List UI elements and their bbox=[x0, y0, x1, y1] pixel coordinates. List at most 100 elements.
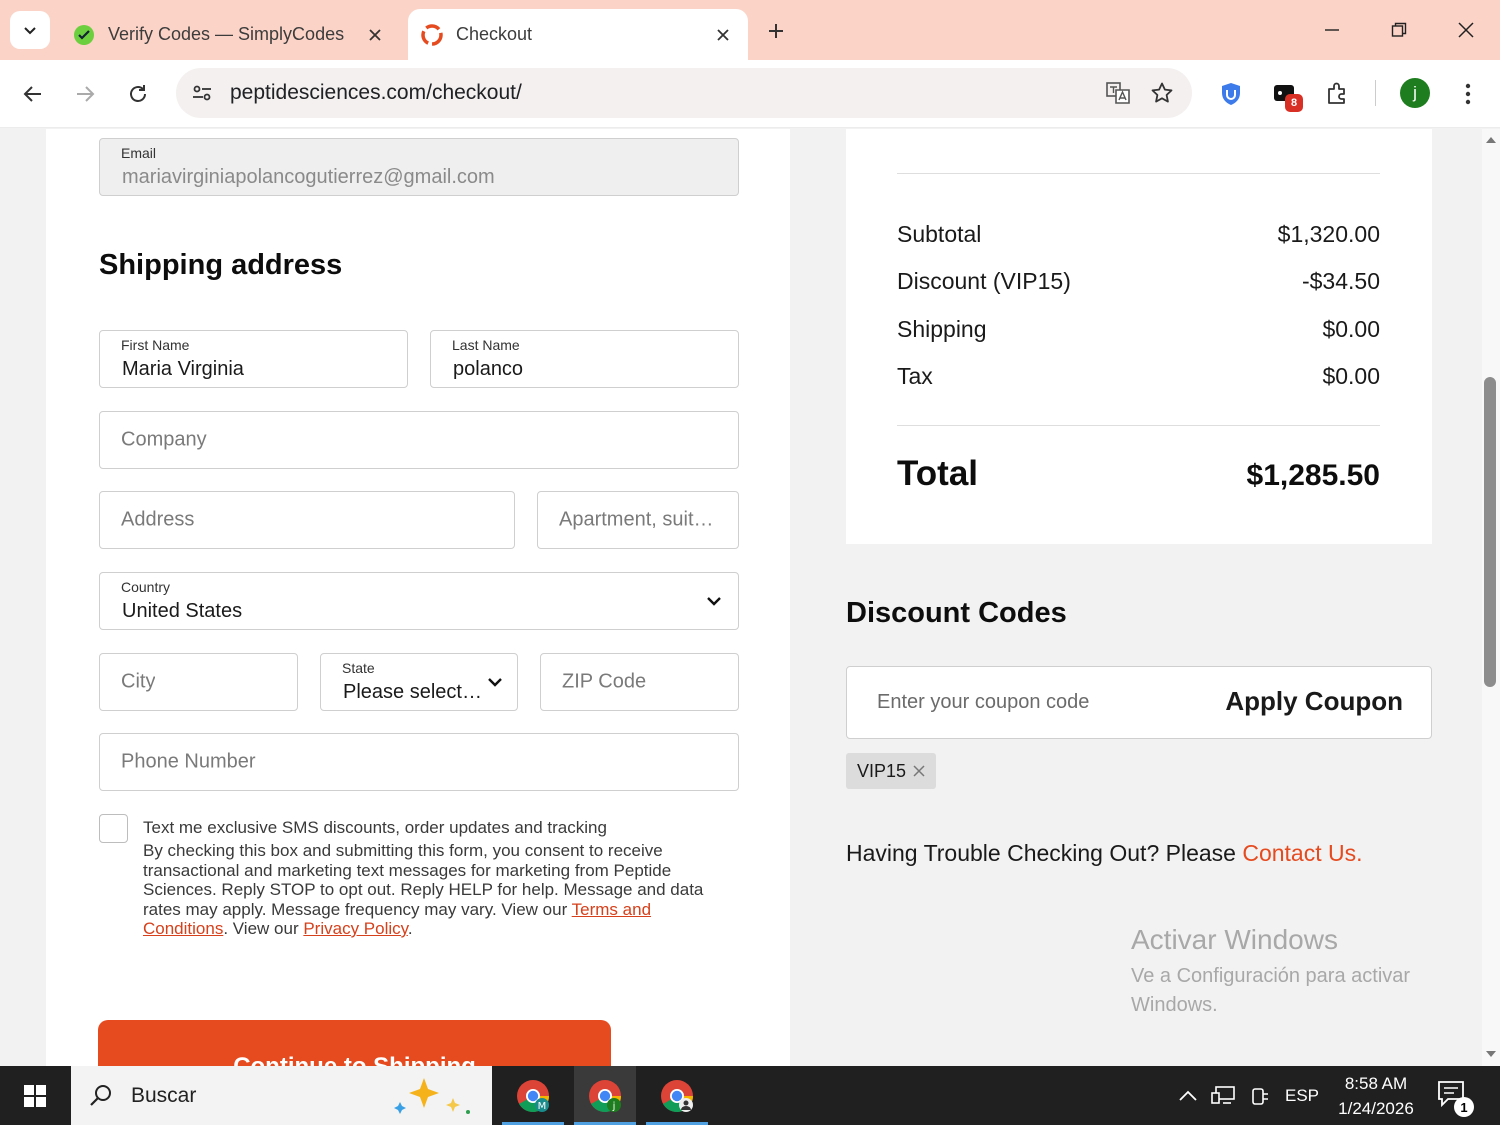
bookmark-star-icon[interactable] bbox=[1140, 71, 1184, 115]
network-icon[interactable] bbox=[1208, 1066, 1240, 1125]
last-name-label: Last Name bbox=[452, 337, 520, 353]
clock-date: 1/24/2026 bbox=[1338, 1098, 1414, 1118]
more-menu-icon[interactable] bbox=[1448, 74, 1488, 114]
sparkle-icon bbox=[388, 1074, 478, 1123]
sms-consent-end: . bbox=[407, 919, 413, 938]
zip-field[interactable]: ZIP Code bbox=[540, 653, 739, 711]
city-field[interactable]: City bbox=[99, 653, 298, 711]
chrome-icon: M bbox=[517, 1079, 550, 1112]
windows-taskbar: Buscar M j ESP 8:58 AM 1/24/2026 1 bbox=[0, 1066, 1500, 1125]
address-placeholder: Address bbox=[121, 508, 195, 531]
tab-title: Checkout bbox=[456, 24, 533, 44]
privacy-policy-link[interactable]: Privacy Policy bbox=[303, 919, 408, 938]
email-value: mariavirginiapolancogutierrez@gmail.com bbox=[122, 166, 495, 188]
start-button[interactable] bbox=[0, 1066, 70, 1125]
new-tab-button[interactable] bbox=[760, 15, 792, 47]
taskbar-search[interactable]: Buscar bbox=[71, 1066, 492, 1125]
tab-verify-codes[interactable]: Verify Codes — SimplyCodes bbox=[60, 9, 400, 60]
windows-activation-watermark: Activar Windows Ve a Configuración para … bbox=[1131, 924, 1451, 1020]
company-placeholder: Company bbox=[121, 428, 207, 451]
close-window-button[interactable] bbox=[1443, 10, 1489, 50]
taskbar-chrome-m[interactable]: M bbox=[502, 1066, 564, 1125]
chevron-down-icon bbox=[485, 672, 505, 692]
arrow-left-icon bbox=[23, 86, 41, 102]
site-info-icon[interactable] bbox=[180, 71, 224, 115]
summary-value: $0.00 bbox=[1322, 316, 1380, 342]
summary-label: Subtotal bbox=[897, 221, 982, 247]
close-tab-icon[interactable] bbox=[360, 20, 390, 50]
sms-consent-text: By checking this box and submitting this… bbox=[143, 841, 738, 939]
extension-counter-icon[interactable]: 8 bbox=[1265, 74, 1305, 114]
first-name-field[interactable]: First Name Maria Virginia bbox=[99, 330, 408, 388]
scrollbar-thumb[interactable] bbox=[1484, 377, 1496, 687]
scroll-down-icon[interactable] bbox=[1485, 1049, 1497, 1059]
forward-button[interactable] bbox=[65, 74, 105, 114]
continue-to-shipping-button[interactable]: Continue to Shipping bbox=[98, 1020, 611, 1066]
svg-text:M: M bbox=[538, 1101, 547, 1112]
windows-logo-icon bbox=[24, 1084, 46, 1107]
coupon-placeholder: Enter your coupon code bbox=[877, 691, 1090, 713]
coupon-input[interactable]: Enter your coupon code Apply Coupon bbox=[846, 666, 1432, 739]
translate-icon[interactable] bbox=[1096, 71, 1140, 115]
company-field[interactable]: Company bbox=[99, 411, 739, 469]
language-indicator[interactable]: ESP bbox=[1282, 1066, 1322, 1125]
apartment-field[interactable]: Apartment, suite, etc. bbox=[537, 491, 739, 549]
back-button[interactable] bbox=[13, 74, 53, 114]
remove-coupon-icon[interactable] bbox=[912, 764, 926, 778]
extensions-puzzle-icon[interactable] bbox=[1317, 74, 1357, 114]
help-text-body: Having Trouble Checking Out? Please bbox=[846, 840, 1243, 866]
applied-coupon-chip: VIP15 bbox=[846, 753, 937, 789]
chrome-icon: j bbox=[589, 1079, 622, 1112]
restore-button[interactable] bbox=[1376, 10, 1422, 50]
phone-field[interactable]: Phone Number bbox=[99, 733, 739, 791]
tab-title: Verify Codes — SimplyCodes bbox=[108, 24, 345, 44]
email-field: Email mariavirginiapolancogutierrez@gmai… bbox=[99, 138, 739, 196]
order-summary-card: Subtotal $1,320.00 Discount (VIP15) -$34… bbox=[846, 129, 1432, 544]
plus-icon bbox=[769, 24, 783, 38]
shipping-address-heading: Shipping address bbox=[99, 249, 343, 281]
minimize-button[interactable] bbox=[1309, 10, 1355, 50]
profile-avatar[interactable]: j bbox=[1400, 78, 1430, 108]
summary-label: Discount (VIP15) bbox=[897, 268, 1071, 294]
taskbar-clock[interactable]: 8:58 AM 1/24/2026 bbox=[1330, 1066, 1422, 1125]
chevron-down-icon bbox=[24, 27, 36, 35]
clock-time: 8:58 AM bbox=[1344, 1073, 1408, 1093]
last-name-value: polanco bbox=[453, 358, 524, 380]
summary-label: Tax bbox=[897, 363, 933, 389]
applied-coupon-code: VIP15 bbox=[857, 760, 907, 781]
apply-coupon-button[interactable]: Apply Coupon bbox=[1225, 686, 1403, 717]
shield-extension-icon[interactable] bbox=[1211, 74, 1251, 114]
sms-consent-checkbox[interactable] bbox=[99, 814, 128, 843]
last-name-field[interactable]: Last Name polanco bbox=[430, 330, 739, 388]
tab-search-button[interactable] bbox=[10, 11, 50, 49]
device-icon[interactable] bbox=[1246, 1066, 1274, 1125]
city-placeholder: City bbox=[121, 670, 156, 693]
chevron-down-icon bbox=[704, 591, 724, 611]
notification-count: 1 bbox=[1454, 1097, 1474, 1117]
close-tab-icon[interactable] bbox=[708, 20, 738, 50]
taskbar-chrome-j[interactable]: j bbox=[574, 1066, 636, 1125]
page-scrollbar[interactable] bbox=[1482, 129, 1500, 1066]
phone-placeholder: Phone Number bbox=[121, 750, 256, 773]
country-value: United States bbox=[122, 600, 243, 622]
tray-expand-icon[interactable] bbox=[1174, 1066, 1202, 1125]
contact-us-link[interactable]: Contact Us bbox=[1242, 840, 1356, 866]
help-text: Having Trouble Checking Out? Please Cont… bbox=[846, 840, 1363, 867]
summary-value: $0.00 bbox=[1322, 363, 1380, 389]
reload-icon bbox=[130, 85, 146, 102]
taskbar-chrome-other[interactable] bbox=[646, 1066, 708, 1125]
total-label: Total bbox=[897, 454, 979, 493]
summary-total: Total $1,285.50 bbox=[897, 454, 1380, 494]
peptide-sciences-favicon-icon bbox=[420, 23, 444, 47]
email-label: Email bbox=[121, 145, 157, 161]
address-bar[interactable]: peptidesciences.com/checkout/ bbox=[176, 68, 1192, 118]
watermark-title: Activar Windows bbox=[1131, 924, 1338, 955]
notification-center-icon[interactable]: 1 bbox=[1436, 1079, 1474, 1117]
scroll-up-icon[interactable] bbox=[1485, 135, 1497, 145]
state-select[interactable]: State Please select a state bbox=[320, 653, 518, 711]
reload-button[interactable] bbox=[118, 74, 158, 114]
divider bbox=[897, 173, 1380, 174]
address-field[interactable]: Address bbox=[99, 491, 515, 549]
tab-checkout[interactable]: Checkout bbox=[408, 9, 748, 60]
country-select[interactable]: Country United States bbox=[99, 572, 739, 630]
